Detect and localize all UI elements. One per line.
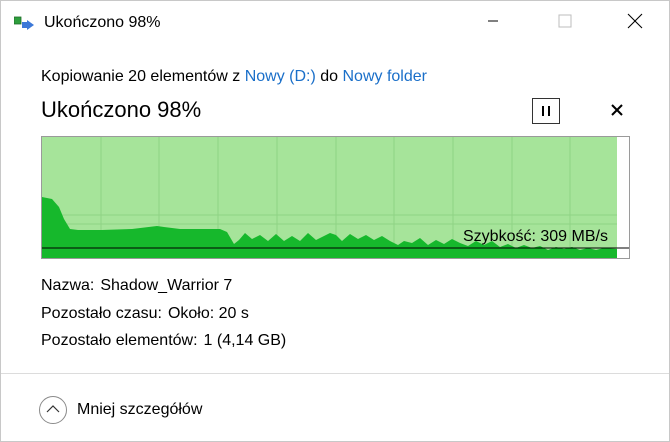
time-label: Pozostało czasu:	[41, 305, 162, 322]
copy-middle: do	[315, 68, 343, 85]
minimize-icon	[487, 14, 499, 32]
close-button[interactable]	[612, 1, 658, 45]
copy-description: Kopiowanie 20 elementów z Nowy (D:) do N…	[41, 68, 427, 86]
maximize-button[interactable]	[542, 1, 588, 45]
pause-button[interactable]	[532, 98, 560, 124]
detail-time-row: Pozostało czasu: Około: 20 s	[41, 305, 249, 323]
window-title: Ukończono 98%	[44, 14, 161, 31]
less-details-button[interactable]	[39, 396, 67, 424]
cancel-button[interactable]	[604, 100, 630, 124]
maximize-icon	[558, 14, 572, 33]
pause-icon	[540, 106, 552, 116]
time-value: Około: 20 s	[167, 305, 249, 322]
items-label: Pozostało elementów:	[41, 332, 198, 349]
cancel-icon	[611, 103, 623, 121]
progress-heading: Ukończono 98%	[41, 97, 202, 122]
name-label: Nazwa:	[41, 277, 95, 294]
file-copy-icon	[13, 14, 36, 32]
source-link[interactable]: Nowy (D:)	[245, 68, 316, 85]
footer-bar: Mniej szczegółów	[1, 373, 669, 441]
copy-dialog-window: Ukończono 98% Kopiowanie 20 elementów z …	[0, 0, 670, 442]
detail-name-row: Nazwa: Shadow_Warrior 7	[41, 277, 232, 295]
items-value: 1 (4,14 GB)	[203, 332, 287, 349]
close-icon	[627, 13, 643, 34]
title-bar[interactable]: Ukończono 98%	[1, 1, 669, 45]
minimize-button[interactable]	[470, 1, 516, 45]
copy-prefix: Kopiowanie 20 elementów z	[41, 68, 245, 85]
less-details-label[interactable]: Mniej szczegółów	[77, 401, 202, 419]
detail-items-row: Pozostało elementów: 1 (4,14 GB)	[41, 332, 286, 350]
speed-label: Szybkość: 309 MB/s	[463, 228, 608, 245]
destination-link[interactable]: Nowy folder	[342, 68, 426, 85]
chevron-up-icon	[46, 401, 60, 419]
name-value: Shadow_Warrior 7	[100, 277, 233, 294]
